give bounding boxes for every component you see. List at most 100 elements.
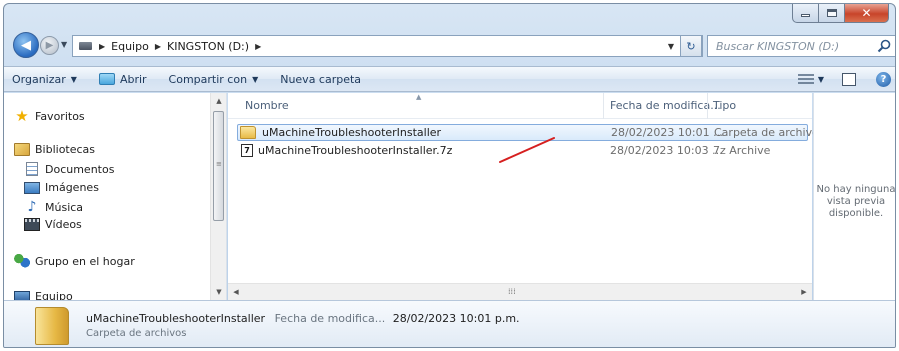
chevron-down-icon: ▼ bbox=[70, 74, 77, 84]
nav-videos[interactable]: Vídeos bbox=[24, 218, 82, 231]
search-box[interactable]: Buscar KINGSTON (D:) bbox=[707, 35, 895, 57]
music-note-icon: ♪ bbox=[27, 199, 37, 215]
caption-buttons: ✕ bbox=[792, 4, 889, 24]
close-button[interactable]: ✕ bbox=[845, 4, 889, 23]
nav-homegroup-label: Grupo en el hogar bbox=[35, 254, 135, 268]
command-bar: Organizar ▼ Abrir Compartir con ▼ Nueva … bbox=[4, 66, 895, 92]
grip-icon: ≡ bbox=[216, 160, 222, 168]
file-name-cell: uMachineTroubleshooterInstaller bbox=[238, 126, 441, 139]
help-icon[interactable]: ? bbox=[876, 71, 891, 87]
refresh-icon: ↻ bbox=[686, 39, 696, 53]
recent-locations-dropdown[interactable]: ▼ bbox=[61, 40, 67, 49]
scroll-down-icon[interactable]: ▼ bbox=[211, 284, 227, 300]
arrow-left-icon: ◀ bbox=[21, 37, 31, 53]
file-date: 28/02/2023 10:03 ... bbox=[610, 144, 723, 157]
chevron-right-icon: ▶ bbox=[99, 41, 106, 51]
file-date: 28/02/2023 10:01 ... bbox=[611, 126, 724, 139]
change-view-icon[interactable] bbox=[797, 73, 814, 85]
maximize-button[interactable] bbox=[819, 4, 845, 23]
breadcrumb-equipo[interactable]: Equipo bbox=[111, 40, 149, 53]
horizontal-scrollbar[interactable]: ◀ ⁞⁞⁞ ▶ bbox=[228, 283, 812, 300]
file-type: 7z Archive bbox=[713, 144, 771, 157]
maximize-icon bbox=[826, 9, 837, 17]
chevron-down-icon[interactable]: ▼ bbox=[818, 75, 824, 84]
navigation-row: ◀ ▶ ▼ ▶ Equipo ▶ KINGSTON (D:) ▶ ▼ ↻ Bus… bbox=[4, 30, 895, 60]
details-name: uMachineTroubleshooterInstaller bbox=[86, 312, 266, 325]
drive-icon bbox=[79, 42, 92, 50]
minimize-button[interactable] bbox=[792, 4, 819, 23]
explorer-window: ✕ ◀ ▶ ▼ ▶ Equipo ▶ KINGSTON (D:) ▶ ▼ ↻ B… bbox=[3, 3, 896, 348]
arrow-right-icon: ▶ bbox=[45, 40, 54, 51]
chevron-right-icon[interactable]: ▶ bbox=[155, 42, 161, 51]
preview-message: No hay ninguna vista previa disponible. bbox=[816, 184, 896, 219]
breadcrumb-kingston[interactable]: KINGSTON (D:) bbox=[167, 40, 249, 53]
column-name[interactable]: Nombre bbox=[245, 99, 289, 112]
address-bar[interactable]: ▶ Equipo ▶ KINGSTON (D:) ▶ ▼ ↻ bbox=[72, 35, 703, 57]
column-date[interactable]: Fecha de modifica... bbox=[610, 99, 721, 112]
new-folder-label: Nueva carpeta bbox=[280, 72, 362, 86]
nav-libraries-label: Bibliotecas bbox=[35, 143, 96, 156]
nav-favorites-label: Favoritos bbox=[35, 109, 85, 123]
minimize-icon bbox=[801, 14, 810, 17]
file-name-cell: 7 uMachineTroubleshooterInstaller.7z bbox=[237, 144, 452, 157]
star-icon: ★ bbox=[15, 107, 29, 125]
search-icon[interactable] bbox=[877, 39, 891, 53]
details-date-label: Fecha de modifica... bbox=[274, 312, 386, 325]
scroll-up-icon[interactable]: ▲ bbox=[211, 93, 227, 109]
new-folder-button[interactable]: Nueva carpeta bbox=[280, 73, 361, 86]
file-name: uMachineTroubleshooterInstaller bbox=[262, 126, 442, 139]
pictures-icon bbox=[24, 181, 40, 194]
nav-videos-label: Vídeos bbox=[45, 218, 82, 231]
organize-button[interactable]: Organizar ▼ bbox=[12, 73, 77, 86]
nav-favorites[interactable]: ★ Favoritos bbox=[14, 107, 85, 125]
details-pane: uMachineTroubleshooterInstaller Fecha de… bbox=[4, 300, 895, 347]
file-name: uMachineTroubleshooterInstaller.7z bbox=[258, 144, 453, 157]
open-label: Abrir bbox=[119, 72, 147, 86]
details-name-line: uMachineTroubleshooterInstaller Fecha de… bbox=[86, 312, 520, 325]
nav-music[interactable]: ♪ Música bbox=[24, 199, 84, 215]
details-date-value: 28/02/2023 10:01 p.m. bbox=[392, 312, 520, 325]
details-type: Carpeta de archivos bbox=[86, 328, 187, 339]
column-headers: ▲ Nombre Fecha de modifica... Tipo bbox=[228, 93, 812, 119]
nav-homegroup[interactable]: Grupo en el hogar bbox=[14, 253, 135, 269]
sort-ascending-icon: ▲ bbox=[416, 93, 422, 101]
search-input[interactable]: Buscar KINGSTON (D:) bbox=[716, 40, 839, 53]
nav-images[interactable]: Imágenes bbox=[24, 181, 99, 194]
nav-images-label: Imágenes bbox=[45, 181, 99, 194]
scroll-thumb[interactable]: ≡ bbox=[213, 111, 224, 221]
navigation-pane: ★ Favoritos Bibliotecas Documentos Imáge… bbox=[4, 93, 227, 303]
7z-archive-icon: 7 bbox=[241, 144, 253, 157]
nav-documents-label: Documentos bbox=[45, 162, 115, 176]
document-icon bbox=[26, 162, 38, 176]
film-icon bbox=[24, 218, 40, 231]
back-button[interactable]: ◀ bbox=[13, 32, 39, 58]
scroll-right-icon[interactable]: ▶ bbox=[796, 284, 812, 300]
open-button[interactable]: Abrir bbox=[98, 72, 147, 86]
folder-icon bbox=[35, 307, 69, 345]
nav-music-label: Música bbox=[45, 200, 84, 214]
chevron-down-icon: ▼ bbox=[252, 74, 259, 84]
preview-pane-icon[interactable] bbox=[842, 72, 856, 86]
close-icon: ✕ bbox=[861, 6, 872, 20]
column-divider[interactable] bbox=[603, 93, 604, 119]
column-divider[interactable] bbox=[707, 93, 708, 119]
scroll-left-icon[interactable]: ◀ bbox=[228, 284, 244, 300]
organize-label: Organizar bbox=[12, 72, 66, 86]
chevron-right-icon[interactable]: ▶ bbox=[255, 42, 261, 51]
open-folder-icon bbox=[98, 73, 115, 85]
file-type: Carpeta de archivos bbox=[714, 126, 825, 139]
grip-icon: ⁞⁞⁞ bbox=[508, 287, 516, 296]
refresh-button[interactable]: ↻ bbox=[680, 35, 702, 57]
folder-icon bbox=[240, 126, 256, 139]
nav-scrollbar[interactable]: ▲ ≡ ▼ bbox=[210, 93, 226, 300]
share-button[interactable]: Compartir con ▼ bbox=[169, 73, 259, 86]
share-label: Compartir con bbox=[168, 72, 248, 86]
address-dropdown[interactable]: ▼ bbox=[668, 42, 674, 51]
column-type[interactable]: Tipo bbox=[713, 99, 736, 112]
red-annotation-line bbox=[499, 137, 555, 163]
library-icon bbox=[14, 143, 30, 156]
forward-button[interactable]: ▶ bbox=[40, 36, 59, 55]
homegroup-icon bbox=[14, 253, 30, 269]
nav-documents[interactable]: Documentos bbox=[24, 162, 114, 176]
nav-libraries[interactable]: Bibliotecas bbox=[14, 143, 95, 156]
